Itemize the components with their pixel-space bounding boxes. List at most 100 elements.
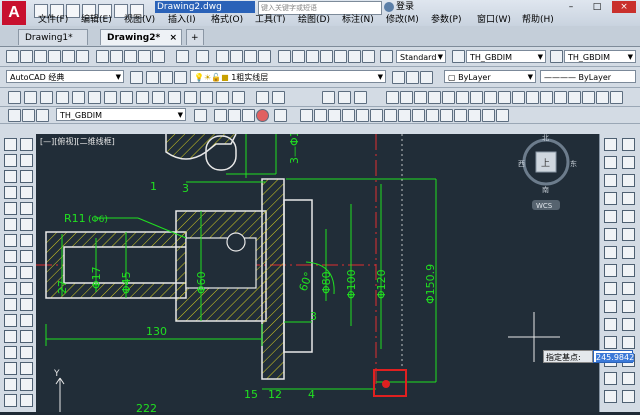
zoom-window-icon[interactable]: [244, 50, 257, 63]
multileader-icon[interactable]: [622, 318, 635, 331]
break-tool-icon[interactable]: [20, 378, 33, 391]
visual-styles-manager-icon[interactable]: [274, 109, 287, 122]
line-icon[interactable]: [4, 138, 17, 151]
rotate-tool-icon[interactable]: [4, 346, 17, 359]
stretch-icon[interactable]: [398, 109, 411, 122]
mtext-icon[interactable]: [4, 282, 17, 295]
tab-close-icon[interactable]: ×: [169, 30, 177, 46]
snap-settings-icon[interactable]: [604, 264, 617, 277]
camera-icon[interactable]: [8, 109, 21, 122]
construction-line-icon[interactable]: [20, 138, 33, 151]
break-icon[interactable]: [440, 109, 453, 122]
revolve-icon[interactable]: [152, 91, 165, 104]
trim-tool-icon[interactable]: [20, 362, 33, 375]
explode-tool-icon[interactable]: [20, 394, 33, 407]
viewport-controls-label[interactable]: [—][俯视][二维线框]: [40, 136, 115, 147]
circle-icon[interactable]: [4, 186, 17, 199]
extend-icon[interactable]: [426, 109, 439, 122]
match-properties-icon[interactable]: [138, 50, 151, 63]
box-icon[interactable]: [8, 91, 21, 104]
preview-icon[interactable]: [62, 50, 75, 63]
workspace-select[interactable]: AutoCAD 经典 ▼: [6, 70, 124, 83]
new-icon[interactable]: [6, 50, 19, 63]
constrained-orbit-icon[interactable]: [338, 91, 351, 104]
paste-icon[interactable]: [124, 50, 137, 63]
block-icon[interactable]: [604, 336, 617, 349]
text-style-select[interactable]: Standard ▼: [396, 50, 446, 63]
fillet-tool-icon[interactable]: [4, 394, 17, 407]
array-icon[interactable]: [356, 109, 369, 122]
3d-hidden-icon[interactable]: [214, 109, 227, 122]
helix-icon[interactable]: [120, 91, 133, 104]
table-style-icon[interactable]: [550, 50, 563, 63]
dim-style-icon[interactable]: [452, 50, 465, 63]
copy-object-icon[interactable]: [314, 109, 327, 122]
chamfer-icon[interactable]: [468, 109, 481, 122]
make-current-layer-icon[interactable]: [392, 71, 405, 84]
extend-tool-icon[interactable]: [4, 378, 17, 391]
area-icon[interactable]: [604, 372, 617, 385]
ellipse-icon[interactable]: [20, 202, 33, 215]
linear-dim-icon[interactable]: [386, 91, 399, 104]
undo-icon[interactable]: [176, 50, 189, 63]
layer-previous-icon[interactable]: [406, 71, 419, 84]
menu-modify[interactable]: 修改(M): [386, 14, 419, 26]
insert-block-icon[interactable]: [20, 218, 33, 231]
new-tab-button[interactable]: +: [186, 29, 204, 45]
layer-state-icon[interactable]: [160, 71, 173, 84]
menu-edit[interactable]: 编辑(E): [81, 14, 112, 26]
arc-length-dim-icon[interactable]: [414, 91, 427, 104]
close-icon[interactable]: ×: [612, 1, 636, 13]
dim-break-icon[interactable]: [554, 91, 567, 104]
offset-tool-icon[interactable]: [20, 314, 33, 327]
3d-move-icon[interactable]: [256, 91, 269, 104]
maximize-icon[interactable]: □: [586, 1, 608, 13]
tab-drawing1[interactable]: Drawing1*: [18, 29, 88, 45]
intersect-icon[interactable]: [232, 91, 245, 104]
move-tool-icon[interactable]: [20, 330, 33, 343]
pan-icon[interactable]: [216, 50, 229, 63]
3d-orbit-icon[interactable]: [322, 91, 335, 104]
aligned-dim-icon[interactable]: [400, 91, 413, 104]
linetype-select[interactable]: ———— ByLayer: [540, 70, 636, 83]
point-icon[interactable]: [20, 234, 33, 247]
edit-text-icon[interactable]: [622, 300, 635, 313]
table-style-select[interactable]: TH_GBDIM ▼: [564, 50, 636, 63]
layer-isolate-icon[interactable]: [420, 71, 433, 84]
cylinder-icon[interactable]: [72, 91, 85, 104]
id-point-icon[interactable]: [622, 390, 635, 403]
menu-window[interactable]: 窗口(W): [477, 14, 511, 26]
text-style-icon[interactable]: [380, 50, 393, 63]
snap-parallel-icon[interactable]: [604, 246, 617, 259]
rotate-icon[interactable]: [370, 109, 383, 122]
search-input[interactable]: 键入关键字或短语: [258, 1, 382, 15]
tab-drawing2[interactable]: Drawing2* ×: [100, 29, 182, 45]
join-icon[interactable]: [454, 109, 467, 122]
snap-intersection-icon[interactable]: [622, 174, 635, 187]
2d-wireframe-icon[interactable]: [194, 109, 207, 122]
jogged-dim-icon[interactable]: [456, 91, 469, 104]
mid-between-icon[interactable]: [622, 282, 635, 295]
help-icon[interactable]: [362, 50, 375, 63]
snap-apparent-icon[interactable]: [622, 228, 635, 241]
conceptual-icon[interactable]: [242, 109, 255, 122]
tolerance-icon[interactable]: [568, 91, 581, 104]
continue-dim-icon[interactable]: [526, 91, 539, 104]
menu-help[interactable]: 帮助(H): [522, 14, 554, 26]
markup-icon[interactable]: [334, 50, 347, 63]
spline-icon[interactable]: [4, 202, 17, 215]
loft-icon[interactable]: [184, 91, 197, 104]
properties-icon[interactable]: [278, 50, 291, 63]
dim-style-select[interactable]: TH_GBDIM ▼: [466, 50, 546, 63]
from-icon[interactable]: [604, 282, 617, 295]
revision-cloud-icon[interactable]: [20, 186, 33, 199]
snap-node-icon[interactable]: [622, 156, 635, 169]
snap-center-icon[interactable]: [604, 156, 617, 169]
make-block-icon[interactable]: [4, 234, 17, 247]
cone-icon[interactable]: [40, 91, 53, 104]
table-icon[interactable]: [20, 266, 33, 279]
text-icon[interactable]: [604, 300, 617, 313]
dim-style-select-2[interactable]: TH_GBDIM ▼: [56, 108, 186, 121]
array-tool-icon[interactable]: [4, 330, 17, 343]
block-editor-icon[interactable]: [152, 50, 165, 63]
